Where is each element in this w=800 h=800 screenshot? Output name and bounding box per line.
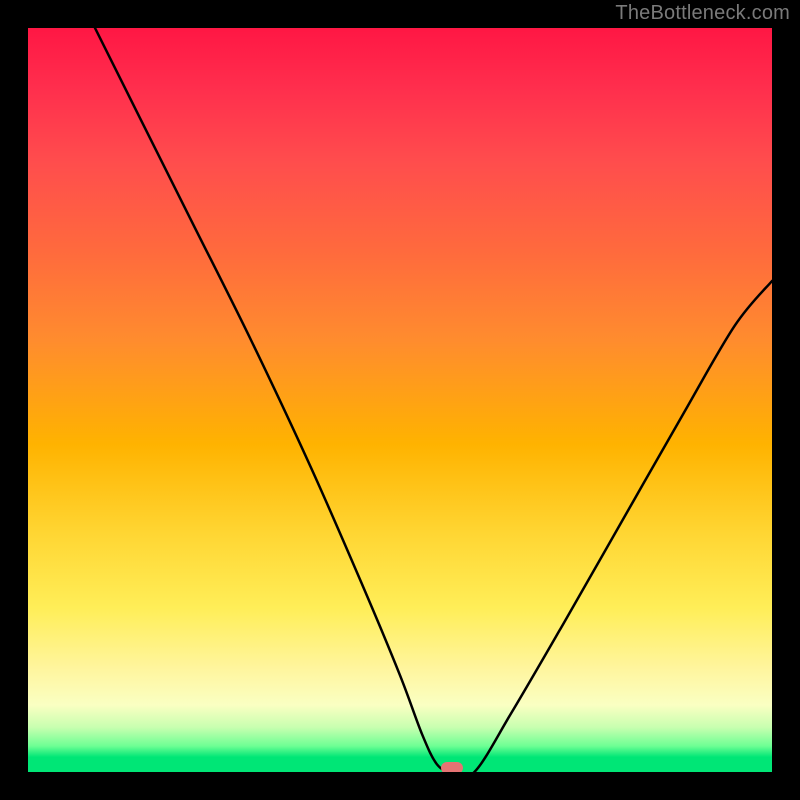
chart-frame: TheBottleneck.com: [0, 0, 800, 800]
plot-area: [28, 28, 772, 772]
watermark-text: TheBottleneck.com: [615, 2, 790, 25]
optimal-point-marker: [441, 762, 463, 772]
bottleneck-curve: [28, 28, 772, 772]
